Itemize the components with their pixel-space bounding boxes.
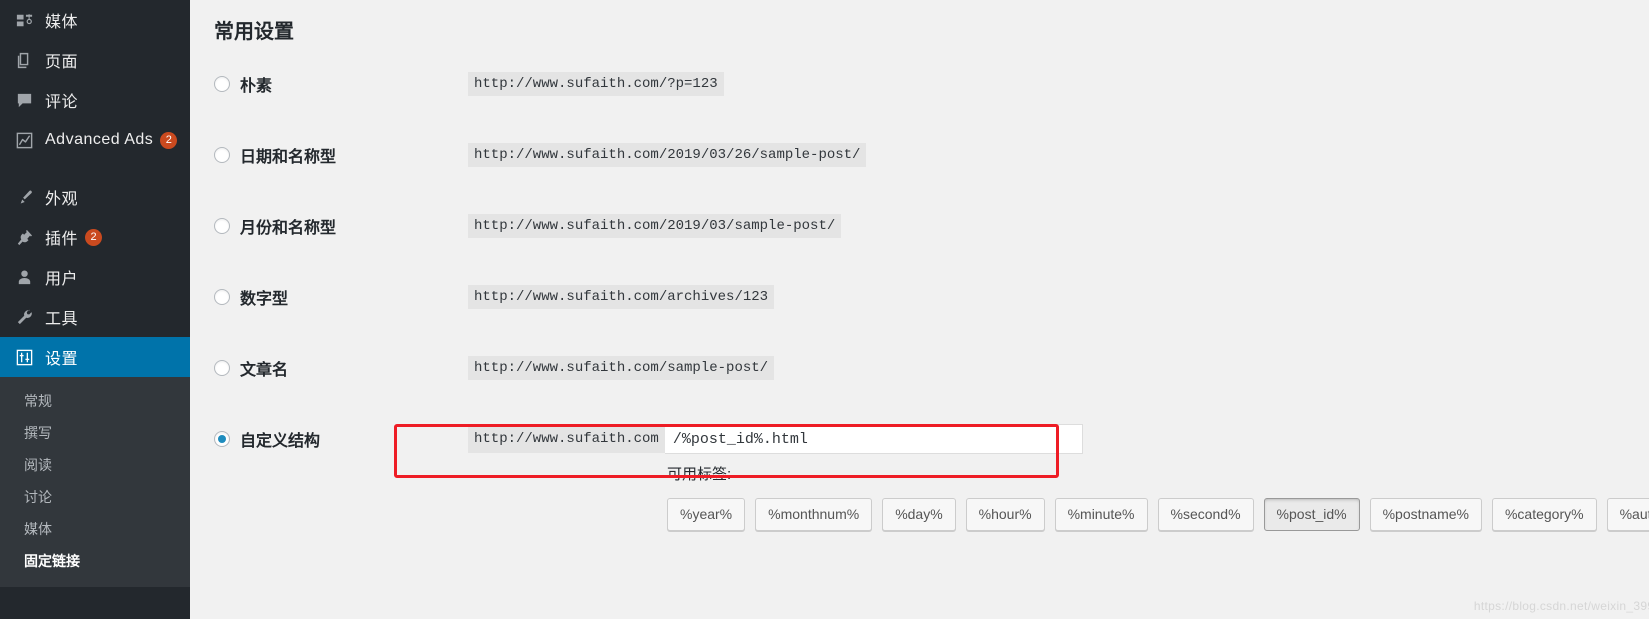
radio-month-and-name[interactable] <box>214 218 230 234</box>
tag-button-postname[interactable]: %postname% <box>1369 498 1482 531</box>
permalink-option-example: http://www.sufaith.com/archives/123 <box>468 285 775 309</box>
permalink-option-label: 文章名 <box>240 362 289 379</box>
submenu-item-writing[interactable]: 撰写 <box>0 417 190 449</box>
permalink-settings-main: 常用设置 朴素 http://www.sufaith.com/?p=123 日期… <box>190 0 1649 619</box>
submenu-item-reading[interactable]: 阅读 <box>0 449 190 481</box>
permalink-option-plain[interactable]: 朴素 http://www.sufaith.com/?p=123 <box>190 70 1649 98</box>
sidebar-item-label: 媒体 <box>45 14 79 31</box>
radio-numeric[interactable] <box>214 289 230 305</box>
comments-icon <box>12 90 36 110</box>
tag-button-author[interactable]: %author% <box>1606 498 1649 531</box>
permalink-option-custom-structure[interactable]: 自定义结构 http://www.sufaith.com <box>190 424 1649 454</box>
sidebar-item-label: 用户 <box>45 271 79 288</box>
submenu-item-permalinks[interactable]: 固定链接 <box>0 545 190 577</box>
tag-button-post-id[interactable]: %post_id% <box>1263 498 1360 531</box>
settings-icon <box>12 347 36 367</box>
sidebar-item-comments[interactable]: 评论 <box>0 80 190 120</box>
sidebar-badge-advanced-ads: 2 <box>160 131 178 149</box>
permalink-option-label: 日期和名称型 <box>240 149 337 166</box>
permalink-option-label: 自定义结构 <box>240 433 321 450</box>
permalink-options-list: 朴素 http://www.sufaith.com/?p=123 日期和名称型 … <box>190 70 1649 454</box>
sidebar-item-label: 工具 <box>45 311 79 328</box>
sidebar-item-users[interactable]: 用户 <box>0 257 190 297</box>
users-icon <box>12 267 36 287</box>
watermark-text: https://blog.csdn.net/weixin_39910802 <box>1473 599 1649 613</box>
tag-button-year[interactable]: %year% <box>667 498 746 531</box>
tag-button-second[interactable]: %second% <box>1157 498 1254 531</box>
page-title: 常用设置 <box>214 21 294 43</box>
sidebar-badge-plugins: 2 <box>85 228 103 246</box>
sidebar-item-media[interactable]: 媒体 <box>0 0 190 40</box>
radio-plain[interactable] <box>214 76 230 92</box>
permalink-option-example: http://www.sufaith.com/sample-post/ <box>468 356 775 380</box>
sidebar-item-label: 插件 <box>45 231 79 248</box>
admin-sidebar: 媒体 页面 评论 Advanced Ads 2 外观 插件 2 用户 工具 设置… <box>0 0 190 619</box>
permalink-option-post-name[interactable]: 文章名 http://www.sufaith.com/sample-post/ <box>190 354 1649 382</box>
sidebar-item-pages[interactable]: 页面 <box>0 40 190 80</box>
submenu-item-general[interactable]: 常规 <box>0 385 190 417</box>
permalink-option-label: 朴素 <box>240 78 273 95</box>
available-tags-label: 可用标签: <box>667 466 732 483</box>
tag-button-monthnum[interactable]: %monthnum% <box>755 498 873 531</box>
sidebar-item-label: Advanced Ads <box>45 131 154 148</box>
pages-icon <box>12 50 36 70</box>
submenu-item-media[interactable]: 媒体 <box>0 513 190 545</box>
settings-submenu: 常规 撰写 阅读 讨论 媒体 固定链接 <box>0 377 190 587</box>
radio-post-name[interactable] <box>214 360 230 376</box>
sidebar-item-label: 设置 <box>45 351 79 368</box>
sidebar-item-label: 评论 <box>45 94 79 111</box>
tag-button-hour[interactable]: %hour% <box>965 498 1045 531</box>
permalink-option-example: http://www.sufaith.com/?p=123 <box>468 72 724 96</box>
sidebar-item-label: 外观 <box>45 191 79 208</box>
chart-icon <box>12 130 36 150</box>
sidebar-item-appearance[interactable]: 外观 <box>0 177 190 217</box>
permalink-option-label: 月份和名称型 <box>240 220 337 237</box>
sidebar-item-label: 页面 <box>45 54 79 71</box>
media-icon <box>12 10 36 30</box>
permalink-option-label: 数字型 <box>240 291 289 308</box>
permalink-option-example: http://www.sufaith.com/2019/03/26/sample… <box>468 143 867 167</box>
tag-button-minute[interactable]: %minute% <box>1054 498 1148 531</box>
tag-button-day[interactable]: %day% <box>882 498 956 531</box>
plugins-icon <box>12 227 36 247</box>
custom-structure-prefix: http://www.sufaith.com <box>468 425 665 453</box>
permalink-option-month-and-name[interactable]: 月份和名称型 http://www.sufaith.com/2019/03/sa… <box>190 212 1649 240</box>
custom-structure-input[interactable] <box>664 424 1083 454</box>
submenu-item-discussion[interactable]: 讨论 <box>0 481 190 513</box>
permalink-option-example: http://www.sufaith.com/2019/03/sample-po… <box>468 214 842 238</box>
radio-day-and-name[interactable] <box>214 147 230 163</box>
permalink-option-numeric[interactable]: 数字型 http://www.sufaith.com/archives/123 <box>190 283 1649 311</box>
appearance-icon <box>12 187 36 207</box>
sidebar-item-advanced-ads[interactable]: Advanced Ads 2 <box>0 120 190 160</box>
sidebar-item-settings[interactable]: 设置 <box>0 337 190 377</box>
tools-icon <box>12 307 36 327</box>
wordpress-admin-screen: 媒体 页面 评论 Advanced Ads 2 外观 插件 2 用户 工具 设置… <box>0 0 1649 619</box>
sidebar-item-plugins[interactable]: 插件 2 <box>0 217 190 257</box>
permalink-option-day-and-name[interactable]: 日期和名称型 http://www.sufaith.com/2019/03/26… <box>190 141 1649 169</box>
tag-button-category[interactable]: %category% <box>1491 498 1597 531</box>
radio-custom-structure[interactable] <box>214 431 230 447</box>
available-tags-list: %year% %monthnum% %day% %hour% %minute% … <box>190 498 1649 531</box>
sidebar-item-tools[interactable]: 工具 <box>0 297 190 337</box>
